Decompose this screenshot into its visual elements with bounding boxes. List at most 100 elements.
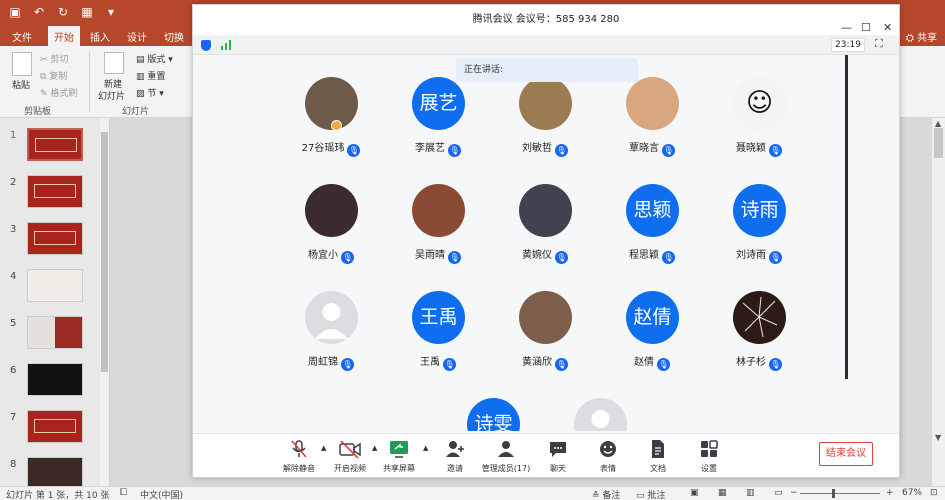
comments-label: 批注 (647, 491, 666, 500)
slide-thumbnail[interactable]: 6 (0, 363, 100, 403)
participant-tile[interactable]: 黄婉仪 🎙 (500, 184, 590, 274)
participant-tile[interactable]: 思颖 程思颖 🎙 (607, 184, 697, 274)
start-slideshow-icon[interactable]: ▦ (80, 5, 94, 19)
undo-icon[interactable]: ↶ (32, 5, 46, 19)
participant-tile[interactable]: 诗雨 刘诗雨 🎙 (714, 184, 804, 274)
default-user-icon (591, 410, 610, 428)
zoom-out-icon[interactable]: − (790, 488, 798, 498)
slide-number: 3 (10, 224, 17, 235)
avatar (412, 184, 465, 237)
mic-icon: 🎙 (448, 251, 461, 264)
manage-members-button[interactable]: 管理成员(17) (476, 438, 536, 474)
avatar (519, 291, 572, 344)
redo-icon[interactable]: ↻ (56, 5, 70, 19)
fit-slide-icon[interactable]: ⊡ (930, 488, 938, 498)
participant-name: 刘诗雨 (736, 250, 766, 261)
spellcheck-icon[interactable]: ⧠ (120, 488, 127, 498)
emoji-icon (596, 438, 620, 460)
participant-name-row: 周虹锦 🎙 (286, 353, 376, 371)
apps-grid-icon (697, 438, 721, 460)
avatar: 赵倩 (626, 291, 679, 344)
new-slide-label-2[interactable]: 幻灯片 (98, 89, 125, 102)
participant-name-row: 王禹 🎙 (393, 353, 483, 371)
share-screen-button[interactable]: 共享屏幕 (369, 438, 429, 474)
slide-thumbnail[interactable]: 7 (0, 410, 100, 450)
slide-thumbnail[interactable]: 1 (0, 128, 100, 168)
participant-tile[interactable]: 27谷瑶玮 🎙 (286, 77, 376, 167)
participant-tile[interactable]: 展艺 李展艺 🎙 (393, 77, 483, 167)
tab-file[interactable]: 文件 (12, 29, 32, 44)
slideshow-icon[interactable]: ▭ (774, 488, 783, 498)
settings-button[interactable]: 设置 (679, 438, 739, 474)
normal-view-icon[interactable]: ▣ (690, 488, 699, 498)
members-icon (494, 438, 518, 460)
scroll-up-icon[interactable]: ▲ (935, 119, 941, 128)
slide-sorter-icon[interactable]: ▦ (718, 488, 727, 498)
notes-label: 备注 (602, 491, 621, 500)
save-icon[interactable]: ▣ (8, 5, 22, 19)
mic-icon: 🎙 (555, 358, 568, 371)
mic-icon: 🎙 (555, 251, 568, 264)
participant-name: 王禹 (420, 357, 440, 368)
paste-button[interactable]: 粘贴 (12, 78, 30, 91)
customize-qat-icon[interactable]: ▾ (104, 5, 118, 19)
zoom-slider[interactable] (800, 493, 880, 494)
meeting-timer: 23:19 (831, 38, 865, 52)
slide-thumbnail[interactable]: 3 (0, 222, 100, 262)
settings-label: 设置 (701, 464, 717, 473)
slide-thumbnail[interactable]: 4 (0, 269, 100, 309)
tab-transitions[interactable]: 切换 (164, 29, 184, 44)
avatar (733, 291, 786, 344)
cut-button[interactable]: ✂ 剪切 (40, 52, 68, 65)
zoom-level[interactable]: 67% (902, 488, 922, 498)
participant-name-row: 吴雨晴 🎙 (393, 246, 483, 264)
reading-view-icon[interactable]: ▥ (746, 488, 755, 498)
reset-button[interactable]: ▥ 重置 (136, 69, 165, 82)
scrollbar-thumb[interactable] (934, 128, 943, 158)
participant-tile[interactable]: 赵倩 赵倩 🎙 (607, 291, 697, 381)
avatar (626, 77, 679, 130)
scroll-down-icon[interactable]: ▼ (935, 433, 941, 442)
mic-icon: 🎙 (443, 358, 456, 371)
participant-tile[interactable]: 吴雨晴 🎙 (393, 184, 483, 274)
scrollbar-thumb[interactable] (101, 132, 108, 372)
participant-tile[interactable]: 覃晓言 🎙 (607, 77, 697, 167)
end-meeting-button[interactable]: 结束会议 (819, 442, 873, 466)
slide-thumbnail[interactable]: 5 (0, 316, 100, 356)
layout-button[interactable]: ▤ 版式 ▾ (136, 52, 173, 65)
avatar (574, 398, 627, 431)
participant-tile[interactable]: 诗雯 (448, 398, 538, 431)
security-shield-icon[interactable] (201, 40, 211, 51)
section-button[interactable]: ▧ 节 ▾ (136, 86, 164, 99)
comments-button[interactable]: ▭ 批注 (636, 488, 665, 500)
new-slide-icon[interactable] (104, 52, 124, 74)
grid-scrollbar[interactable] (845, 55, 848, 379)
format-painter-button[interactable]: ✎ 格式刷 (40, 86, 77, 99)
participant-tile[interactable]: 周虹锦 🎙 (286, 291, 376, 381)
tab-insert[interactable]: 插入 (90, 29, 110, 44)
participant-tile[interactable] (555, 398, 645, 431)
participant-name-row: 黄婉仪 🎙 (500, 246, 590, 264)
language[interactable]: 中文(中国) (140, 488, 183, 500)
zoom-slider-handle[interactable] (832, 489, 835, 498)
paste-icon[interactable] (12, 52, 32, 76)
notes-button[interactable]: ≙ 备注 (592, 488, 620, 500)
fullscreen-icon[interactable]: ⛶ (875, 37, 883, 51)
share-button[interactable]: ⛭ 共享 (906, 29, 937, 44)
tab-home[interactable]: 开始 (48, 26, 80, 46)
slide-thumbnail[interactable]: 2 (0, 175, 100, 215)
tab-design[interactable]: 设计 (127, 29, 147, 44)
participant-name: 覃晓言 (629, 143, 659, 154)
participant-tile[interactable]: 杨宜小 🎙 (286, 184, 376, 274)
participant-tile[interactable]: 王禹 王禹 🎙 (393, 291, 483, 381)
participant-tile[interactable]: 林子杉 🎙 (714, 291, 804, 381)
participant-tile[interactable]: 黄涵欣 🎙 (500, 291, 590, 381)
participant-name-row: 刘诗雨 🎙 (714, 246, 804, 264)
copy-button[interactable]: ⧉ 复制 (40, 69, 67, 82)
participant-tile[interactable]: 刘敏哲 🎙 (500, 77, 590, 167)
network-signal-icon[interactable] (221, 40, 233, 50)
vertical-scrollbar[interactable]: ▲ ▼ (932, 118, 945, 486)
zoom-in-icon[interactable]: + (886, 488, 894, 498)
participant-tile[interactable]: ☺ 聂晓颖 🎙 (714, 77, 804, 167)
thumbnail-scrollbar[interactable] (100, 118, 109, 486)
